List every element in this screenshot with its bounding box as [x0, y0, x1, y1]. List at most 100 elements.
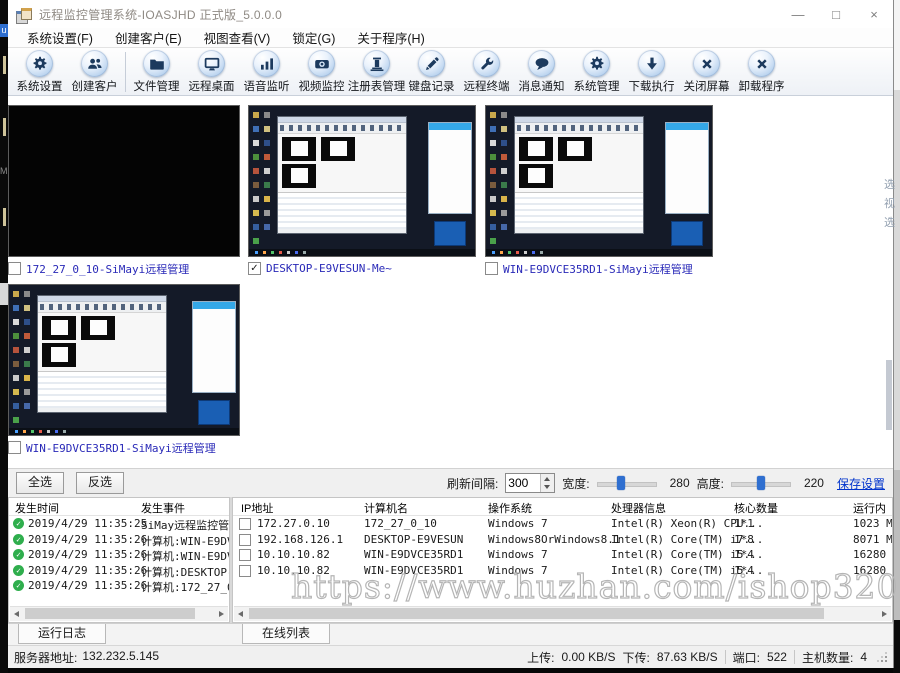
online-table-row[interactable]: 10.10.10.82 WIN-E9DVCE35RD1 Windows 7 In…: [233, 547, 892, 563]
menu-item-2[interactable]: 创建客户(E): [104, 27, 193, 48]
message-icon[interactable]: [528, 50, 555, 77]
tab-run-log[interactable]: 运行日志: [18, 624, 106, 644]
gear-icon[interactable]: [26, 50, 53, 77]
slider-thumb[interactable]: [757, 476, 765, 490]
remote-screen-preview[interactable]: [485, 105, 713, 257]
scroll-right-arrow-icon[interactable]: [877, 607, 891, 621]
menu-item-3[interactable]: 视图查看(V): [193, 27, 282, 48]
registry-icon[interactable]: [363, 50, 390, 77]
column-header-event[interactable]: 发生事件: [141, 500, 185, 516]
menu-item-5[interactable]: 关于程序(H): [346, 27, 435, 48]
scrollbar-thumb[interactable]: [25, 608, 195, 619]
close-button[interactable]: ×: [855, 0, 893, 28]
toolbar-button[interactable]: 注册表管理: [349, 50, 404, 94]
toolbar-button[interactable]: 远程终端: [459, 50, 514, 94]
remote-screen-thumbnail[interactable]: 172_27_0_10-SiMayi远程管理: [8, 105, 240, 278]
column-header-os[interactable]: 操作系统: [488, 500, 532, 516]
menu-item-4[interactable]: 锁定(G): [281, 27, 346, 48]
thumbnail-checkbox[interactable]: [8, 262, 21, 275]
log-table-row[interactable]: ✓ 2019/4/29 11:35:26 计算机:WIN-E9DVCE: [9, 532, 229, 548]
title-bar[interactable]: 远程监控管理系统-IOASJHD 正式版_5.0.0.0 — □ ×: [8, 0, 893, 28]
mock-window-titlebar: [38, 296, 166, 302]
refresh-interval-spinner[interactable]: [505, 473, 555, 493]
width-slider[interactable]: [597, 476, 657, 490]
menu-item-1[interactable]: 系统设置(F): [16, 27, 104, 48]
remote-screen-preview[interactable]: [8, 105, 240, 257]
remote-screen-thumbnail[interactable]: WIN-E9DVCE35RD1-SiMayi远程管理: [8, 284, 240, 457]
column-header-cpu[interactable]: 处理器信息: [611, 500, 666, 516]
scrollbar-thumb[interactable]: [249, 608, 824, 619]
mock-window-toolbar: [517, 125, 641, 131]
slider-thumb[interactable]: [617, 476, 625, 490]
row-checkbox[interactable]: [239, 565, 251, 577]
log-table-row[interactable]: ✓ 2019/4/29 11:35:26 计算机:DESKTOP-E9: [9, 563, 229, 579]
toolbar-button[interactable]: 消息通知: [514, 50, 569, 94]
os-cell: Windows 7: [488, 564, 548, 577]
toolbar-button[interactable]: 系统管理: [569, 50, 624, 94]
pencil-icon[interactable]: [418, 50, 445, 77]
audio-bars-icon[interactable]: [253, 50, 280, 77]
toolbar-button[interactable]: 下载执行: [624, 50, 679, 94]
online-table-row[interactable]: 172.27.0.10 172_27_0_10 Windows 7 Intel(…: [233, 516, 892, 532]
remote-screen-thumbnail[interactable]: ✓ DESKTOP-E9VESUN-Me~: [248, 105, 476, 278]
thumbnail-checkbox[interactable]: [8, 441, 21, 454]
invert-selection-button[interactable]: 反选: [76, 472, 124, 494]
row-checkbox[interactable]: [239, 549, 251, 561]
scroll-right-arrow-icon[interactable]: [214, 607, 228, 621]
camera-icon[interactable]: [308, 50, 335, 77]
log-table-row[interactable]: ✓ 2019/4/29 11:35:26 计算机:WIN-E9DVCE: [9, 547, 229, 563]
refresh-interval-input[interactable]: [506, 474, 540, 492]
log-table-row[interactable]: ✓ 2019/4/29 11:35:26 计算机:172_27_0_1: [9, 578, 229, 594]
column-header-computer-name[interactable]: 计算机名: [364, 500, 408, 516]
toolbar-button[interactable]: 卸载程序: [734, 50, 789, 94]
height-slider[interactable]: [731, 476, 791, 490]
download-icon[interactable]: [638, 50, 665, 77]
toolbar-button[interactable]: 语音监听: [239, 50, 294, 94]
os-cell: Windows 7: [488, 548, 548, 561]
toolbar-button-label: 远程桌面: [189, 78, 235, 94]
spinner-down-icon[interactable]: [541, 483, 554, 492]
log-horizontal-scrollbar[interactable]: [10, 606, 228, 621]
wrench-icon[interactable]: [473, 50, 500, 77]
save-settings-link[interactable]: 保存设置: [837, 475, 885, 492]
column-header-ram[interactable]: 运行内: [853, 500, 886, 516]
scroll-left-arrow-icon[interactable]: [10, 607, 24, 621]
monitor-icon[interactable]: [198, 50, 225, 77]
select-all-button[interactable]: 全选: [16, 472, 64, 494]
thumbnail-label: 172_27_0_10-SiMayi远程管理: [26, 261, 189, 277]
toolbar-button[interactable]: 视频监控: [294, 50, 349, 94]
resize-grip[interactable]: [878, 653, 887, 662]
spinner-up-icon[interactable]: [541, 474, 554, 483]
online-table-row[interactable]: 10.10.10.82 WIN-E9DVCE35RD1 Windows 7 In…: [233, 563, 892, 579]
log-time-cell: 2019/4/29 11:35:25: [28, 517, 147, 530]
thumbnail-checkbox[interactable]: [485, 262, 498, 275]
column-header-cores[interactable]: 核心数量: [734, 500, 778, 516]
online-horizontal-scrollbar[interactable]: [234, 606, 891, 621]
background-window-scrollbar: [886, 360, 892, 430]
folder-icon[interactable]: [143, 50, 170, 77]
scroll-left-arrow-icon[interactable]: [234, 607, 248, 621]
column-header-ip[interactable]: IP地址: [241, 500, 273, 516]
toolbar-button[interactable]: 创建客户: [67, 50, 122, 94]
gear-icon[interactable]: [583, 50, 610, 77]
toolbar-button[interactable]: 系统设置: [12, 50, 67, 94]
remote-screen-preview[interactable]: [248, 105, 476, 257]
users-icon[interactable]: [81, 50, 108, 77]
online-table-row[interactable]: 192.168.126.1 DESKTOP-E9VESUN Windows8Or…: [233, 532, 892, 548]
toolbar-button[interactable]: 键盘记录: [404, 50, 459, 94]
toolbar-button[interactable]: 文件管理: [129, 50, 184, 94]
toolbar-button[interactable]: 远程桌面: [184, 50, 239, 94]
minimize-button[interactable]: —: [779, 0, 817, 28]
log-table-row[interactable]: ✓ 2019/4/29 11:35:25 SiMay远程监控管理: [9, 516, 229, 532]
thumbnail-checkbox[interactable]: ✓: [248, 262, 261, 275]
row-checkbox[interactable]: [239, 518, 251, 530]
toolbar-button[interactable]: 关闭屏幕: [679, 50, 734, 94]
remote-screen-preview[interactable]: [8, 284, 240, 436]
remote-screen-thumbnail[interactable]: WIN-E9DVCE35RD1-SiMayi远程管理: [485, 105, 713, 278]
row-checkbox[interactable]: [239, 534, 251, 546]
column-header-time[interactable]: 发生时间: [15, 500, 59, 516]
close-x-icon[interactable]: [693, 50, 720, 77]
maximize-button[interactable]: □: [817, 0, 855, 28]
tab-online-list[interactable]: 在线列表: [242, 624, 330, 644]
uninstall-x-icon[interactable]: [748, 50, 775, 77]
